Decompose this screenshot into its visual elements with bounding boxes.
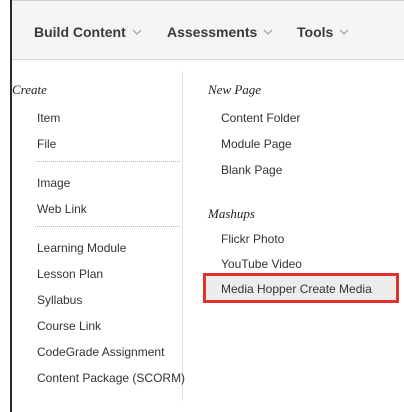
menu-item-image[interactable]: Image	[37, 176, 70, 190]
chevron-down-icon	[263, 29, 273, 36]
menu-item-blank-page[interactable]: Blank Page	[221, 163, 282, 177]
menu-item-codegrade-assignment[interactable]: CodeGrade Assignment	[37, 345, 164, 359]
menu-item-content-folder[interactable]: Content Folder	[221, 111, 300, 125]
build-content-label: Build Content	[34, 24, 126, 40]
menu-item-item[interactable]: Item	[37, 111, 60, 125]
build-content-button[interactable]: Build Content	[34, 23, 142, 41]
chevron-down-icon	[339, 29, 349, 36]
assessments-button[interactable]: Assessments	[167, 23, 273, 41]
menu-item-lesson-plan[interactable]: Lesson Plan	[37, 267, 103, 281]
menu-separator	[35, 226, 180, 227]
column-divider	[182, 71, 183, 401]
highlight-annotation-box	[203, 273, 399, 303]
tools-button[interactable]: Tools	[297, 23, 349, 41]
chevron-down-icon	[132, 29, 142, 36]
menu-item-module-page[interactable]: Module Page	[221, 137, 292, 151]
new-page-heading: New Page	[208, 82, 262, 97]
menu-item-course-link[interactable]: Course Link	[37, 319, 101, 333]
menu-item-youtube-video[interactable]: YouTube Video	[221, 257, 302, 271]
menu-item-syllabus[interactable]: Syllabus	[37, 293, 82, 307]
menu-item-flickr-photo[interactable]: Flickr Photo	[221, 232, 284, 246]
menu-item-content-package-scorm[interactable]: Content Package (SCORM)	[37, 371, 185, 385]
menu-separator	[35, 161, 180, 162]
mashups-heading: Mashups	[208, 206, 255, 221]
tools-label: Tools	[297, 24, 334, 40]
menu-item-file[interactable]: File	[37, 137, 56, 151]
content-toolbar: Build Content Assessments Tools	[12, 1, 404, 60]
build-content-menu: Create Item File Image Web Link Learning…	[12, 60, 404, 412]
assessments-label: Assessments	[167, 24, 258, 40]
menu-item-web-link[interactable]: Web Link	[37, 202, 87, 216]
menu-item-learning-module[interactable]: Learning Module	[37, 241, 126, 255]
create-heading: Create	[12, 82, 47, 97]
